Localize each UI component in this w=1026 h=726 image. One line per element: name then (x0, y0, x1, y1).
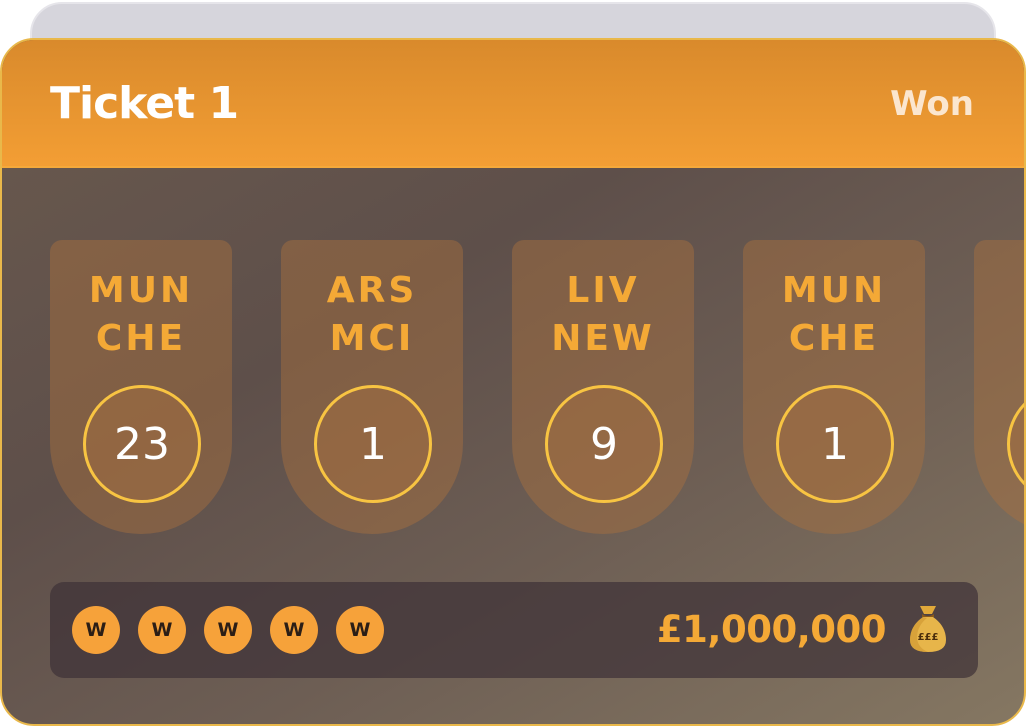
pick-card[interactable]: LIV NEW 9 (512, 240, 694, 534)
ticket-status: Won (890, 84, 974, 124)
money-bag-icon: £££ (910, 606, 946, 652)
ticket-title: Ticket 1 (50, 78, 239, 129)
picks-row: MUN CHE 23 ARS MCI 1 LIV NEW 9 MUN CHE 1 (50, 240, 1024, 540)
away-team: NEW (551, 318, 655, 359)
home-team: MUN (781, 270, 887, 311)
ticket-footer: W W W W W £1,000,000 £££ (50, 582, 978, 678)
win-badge: W (138, 606, 186, 654)
away-team: CHE (788, 318, 880, 359)
ticket-header: Ticket 1 Won (2, 40, 1024, 168)
score-circle: 1 (314, 385, 432, 503)
pick-card[interactable]: MUN CHE 1 (743, 240, 925, 534)
score-circle: 1 (776, 385, 894, 503)
win-badge: W (204, 606, 252, 654)
ticket-stack: Ticket 1 Won MUN CHE 23 ARS MCI 1 LIV NE… (0, 0, 1026, 726)
money-bag-label: £££ (918, 632, 939, 643)
ticket-card[interactable]: Ticket 1 Won MUN CHE 23 ARS MCI 1 LIV NE… (0, 38, 1026, 726)
away-team: MCI (329, 318, 415, 359)
score-circle: 23 (83, 385, 201, 503)
prize-amount: £1,000,000 (656, 608, 887, 651)
win-badge: W (270, 606, 318, 654)
score-circle (1007, 385, 1024, 503)
pick-card[interactable]: MUN CHE 23 (50, 240, 232, 534)
home-team: MUN (88, 270, 194, 311)
win-badge: W (72, 606, 120, 654)
home-team: LIV (566, 270, 640, 311)
away-team: CHE (95, 318, 187, 359)
score-circle: 9 (545, 385, 663, 503)
win-badge: W (336, 606, 384, 654)
pick-card[interactable]: ARS MCI 1 (281, 240, 463, 534)
pick-card-partial[interactable] (974, 240, 1024, 534)
home-team: ARS (326, 270, 418, 311)
